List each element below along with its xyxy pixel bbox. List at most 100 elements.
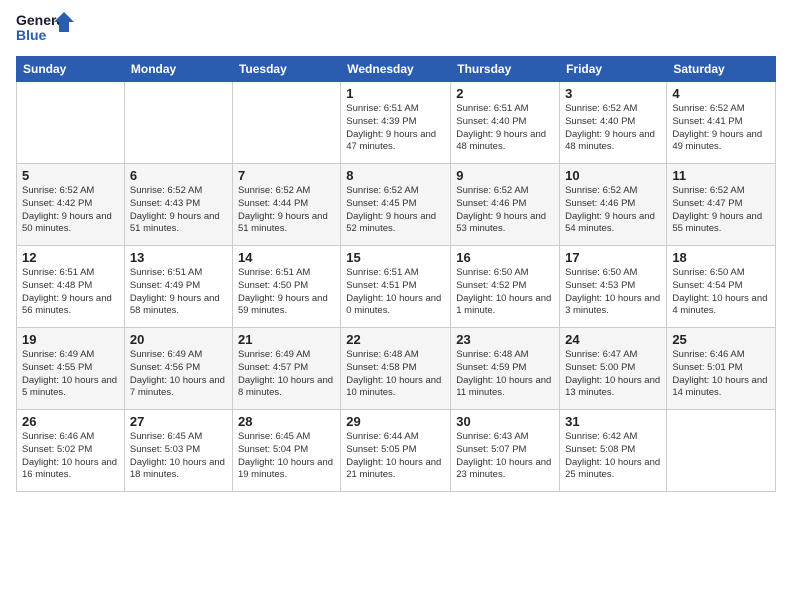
weekday-header-tuesday: Tuesday bbox=[232, 57, 340, 82]
week-row-3: 12Sunrise: 6:51 AM Sunset: 4:48 PM Dayli… bbox=[17, 246, 776, 328]
day-number: 20 bbox=[130, 332, 227, 347]
weekday-header-wednesday: Wednesday bbox=[341, 57, 451, 82]
weekday-header-sunday: Sunday bbox=[17, 57, 125, 82]
day-number: 3 bbox=[565, 86, 661, 101]
calendar-cell: 18 Sunrise: 6:50 AM Sunset: 4:54 PM Dayli… bbox=[667, 246, 776, 328]
day-number: 17 bbox=[565, 250, 661, 265]
day-number: 19 bbox=[22, 332, 119, 347]
day-number: 23 bbox=[456, 332, 554, 347]
day-info: Sunrise: 6:49 AM Sunset: 4:56 PM Dayligh… bbox=[130, 349, 227, 400]
weekday-header-monday: Monday bbox=[124, 57, 232, 82]
day-number: 30 bbox=[456, 414, 554, 429]
calendar-cell: 4Sunrise: 6:52 AM Sunset: 4:41 PM Daylig… bbox=[667, 82, 776, 164]
calendar-cell: 11 Sunrise: 6:52 AM Sunset: 4:47 PM Dayli… bbox=[667, 164, 776, 246]
day-info: Sunrise: 6:52 AM Sunset: 4:46 PM Dayligh… bbox=[456, 185, 554, 236]
calendar-cell: 24Sunrise: 6:47 AM Sunset: 5:00 PM Dayli… bbox=[560, 328, 667, 410]
calendar-cell: 21 Sunrise: 6:49 AM Sunset: 4:57 PM Dayli… bbox=[232, 328, 340, 410]
day-info: Sunrise: 6:48 AM Sunset: 4:59 PM Dayligh… bbox=[456, 349, 554, 400]
day-number: 22 bbox=[346, 332, 445, 347]
logo-svg: General Blue bbox=[16, 10, 76, 48]
calendar-cell bbox=[667, 410, 776, 492]
day-info: Sunrise: 6:51 AM Sunset: 4:51 PM Dayligh… bbox=[346, 267, 445, 318]
day-number: 14 bbox=[238, 250, 335, 265]
day-info: Sunrise: 6:51 AM Sunset: 4:50 PM Dayligh… bbox=[238, 267, 335, 318]
day-info: Sunrise: 6:42 AM Sunset: 5:08 PM Dayligh… bbox=[565, 431, 661, 482]
day-info: Sunrise: 6:49 AM Sunset: 4:55 PM Dayligh… bbox=[22, 349, 119, 400]
week-row-4: 19 Sunrise: 6:49 AM Sunset: 4:55 PM Dayli… bbox=[17, 328, 776, 410]
day-info: Sunrise: 6:52 AM Sunset: 4:42 PM Dayligh… bbox=[22, 185, 119, 236]
week-row-5: 26 Sunrise: 6:46 AM Sunset: 5:02 PM Dayli… bbox=[17, 410, 776, 492]
week-row-2: 5 Sunrise: 6:52 AM Sunset: 4:42 PM Daylig… bbox=[17, 164, 776, 246]
calendar-cell: 7 Sunrise: 6:52 AM Sunset: 4:44 PM Daylig… bbox=[232, 164, 340, 246]
day-number: 16 bbox=[456, 250, 554, 265]
day-info: Sunrise: 6:52 AM Sunset: 4:44 PM Dayligh… bbox=[238, 185, 335, 236]
day-info: Sunrise: 6:52 AM Sunset: 4:46 PM Dayligh… bbox=[565, 185, 661, 236]
week-row-1: 1 Sunrise: 6:51 AM Sunset: 4:39 PM Daylig… bbox=[17, 82, 776, 164]
day-info: Sunrise: 6:50 AM Sunset: 4:54 PM Dayligh… bbox=[672, 267, 770, 318]
calendar-cell: 19 Sunrise: 6:49 AM Sunset: 4:55 PM Dayli… bbox=[17, 328, 125, 410]
day-info: Sunrise: 6:52 AM Sunset: 4:40 PM Dayligh… bbox=[565, 103, 661, 154]
page-container: General Blue SundayMondayTuesdayWednesda… bbox=[0, 0, 792, 498]
calendar-cell: 17Sunrise: 6:50 AM Sunset: 4:53 PM Dayli… bbox=[560, 246, 667, 328]
day-number: 28 bbox=[238, 414, 335, 429]
calendar-cell bbox=[124, 82, 232, 164]
calendar-cell: 22 Sunrise: 6:48 AM Sunset: 4:58 PM Dayli… bbox=[341, 328, 451, 410]
calendar-cell: 12Sunrise: 6:51 AM Sunset: 4:48 PM Dayli… bbox=[17, 246, 125, 328]
calendar-cell: 5 Sunrise: 6:52 AM Sunset: 4:42 PM Daylig… bbox=[17, 164, 125, 246]
day-info: Sunrise: 6:46 AM Sunset: 5:01 PM Dayligh… bbox=[672, 349, 770, 400]
calendar-cell: 25 Sunrise: 6:46 AM Sunset: 5:01 PM Dayli… bbox=[667, 328, 776, 410]
day-info: Sunrise: 6:51 AM Sunset: 4:39 PM Dayligh… bbox=[346, 103, 445, 154]
day-number: 2 bbox=[456, 86, 554, 101]
day-info: Sunrise: 6:51 AM Sunset: 4:40 PM Dayligh… bbox=[456, 103, 554, 154]
calendar-cell: 1 Sunrise: 6:51 AM Sunset: 4:39 PM Daylig… bbox=[341, 82, 451, 164]
day-info: Sunrise: 6:51 AM Sunset: 4:49 PM Dayligh… bbox=[130, 267, 227, 318]
calendar-cell: 27 Sunrise: 6:45 AM Sunset: 5:03 PM Dayli… bbox=[124, 410, 232, 492]
calendar-cell: 15 Sunrise: 6:51 AM Sunset: 4:51 PM Dayli… bbox=[341, 246, 451, 328]
weekday-header-row: SundayMondayTuesdayWednesdayThursdayFrid… bbox=[17, 57, 776, 82]
day-info: Sunrise: 6:45 AM Sunset: 5:04 PM Dayligh… bbox=[238, 431, 335, 482]
logo: General Blue bbox=[16, 10, 76, 48]
day-number: 7 bbox=[238, 168, 335, 183]
header: General Blue bbox=[16, 10, 776, 48]
calendar-cell: 28 Sunrise: 6:45 AM Sunset: 5:04 PM Dayli… bbox=[232, 410, 340, 492]
day-number: 1 bbox=[346, 86, 445, 101]
calendar-cell: 26 Sunrise: 6:46 AM Sunset: 5:02 PM Dayli… bbox=[17, 410, 125, 492]
calendar-cell: 16Sunrise: 6:50 AM Sunset: 4:52 PM Dayli… bbox=[451, 246, 560, 328]
day-number: 26 bbox=[22, 414, 119, 429]
calendar-cell: 29Sunrise: 6:44 AM Sunset: 5:05 PM Dayli… bbox=[341, 410, 451, 492]
day-number: 25 bbox=[672, 332, 770, 347]
day-number: 18 bbox=[672, 250, 770, 265]
day-number: 5 bbox=[22, 168, 119, 183]
day-info: Sunrise: 6:52 AM Sunset: 4:47 PM Dayligh… bbox=[672, 185, 770, 236]
day-info: Sunrise: 6:45 AM Sunset: 5:03 PM Dayligh… bbox=[130, 431, 227, 482]
calendar-cell: 3 Sunrise: 6:52 AM Sunset: 4:40 PM Daylig… bbox=[560, 82, 667, 164]
calendar-cell bbox=[232, 82, 340, 164]
day-info: Sunrise: 6:51 AM Sunset: 4:48 PM Dayligh… bbox=[22, 267, 119, 318]
day-number: 8 bbox=[346, 168, 445, 183]
day-number: 13 bbox=[130, 250, 227, 265]
weekday-header-thursday: Thursday bbox=[451, 57, 560, 82]
day-number: 9 bbox=[456, 168, 554, 183]
calendar-cell: 10 Sunrise: 6:52 AM Sunset: 4:46 PM Dayli… bbox=[560, 164, 667, 246]
day-number: 10 bbox=[565, 168, 661, 183]
day-info: Sunrise: 6:43 AM Sunset: 5:07 PM Dayligh… bbox=[456, 431, 554, 482]
calendar-cell: 8 Sunrise: 6:52 AM Sunset: 4:45 PM Daylig… bbox=[341, 164, 451, 246]
day-info: Sunrise: 6:48 AM Sunset: 4:58 PM Dayligh… bbox=[346, 349, 445, 400]
calendar-cell: 2 Sunrise: 6:51 AM Sunset: 4:40 PM Daylig… bbox=[451, 82, 560, 164]
svg-text:Blue: Blue bbox=[16, 27, 47, 43]
calendar-cell: 31 Sunrise: 6:42 AM Sunset: 5:08 PM Dayli… bbox=[560, 410, 667, 492]
day-number: 11 bbox=[672, 168, 770, 183]
day-number: 31 bbox=[565, 414, 661, 429]
day-number: 21 bbox=[238, 332, 335, 347]
day-info: Sunrise: 6:44 AM Sunset: 5:05 PM Dayligh… bbox=[346, 431, 445, 482]
day-info: Sunrise: 6:52 AM Sunset: 4:45 PM Dayligh… bbox=[346, 185, 445, 236]
day-number: 27 bbox=[130, 414, 227, 429]
calendar-cell bbox=[17, 82, 125, 164]
day-number: 4 bbox=[672, 86, 770, 101]
day-number: 15 bbox=[346, 250, 445, 265]
day-number: 6 bbox=[130, 168, 227, 183]
calendar-cell: 6Sunrise: 6:52 AM Sunset: 4:43 PM Daylig… bbox=[124, 164, 232, 246]
calendar-cell: 30 Sunrise: 6:43 AM Sunset: 5:07 PM Dayli… bbox=[451, 410, 560, 492]
day-info: Sunrise: 6:46 AM Sunset: 5:02 PM Dayligh… bbox=[22, 431, 119, 482]
day-info: Sunrise: 6:49 AM Sunset: 4:57 PM Dayligh… bbox=[238, 349, 335, 400]
